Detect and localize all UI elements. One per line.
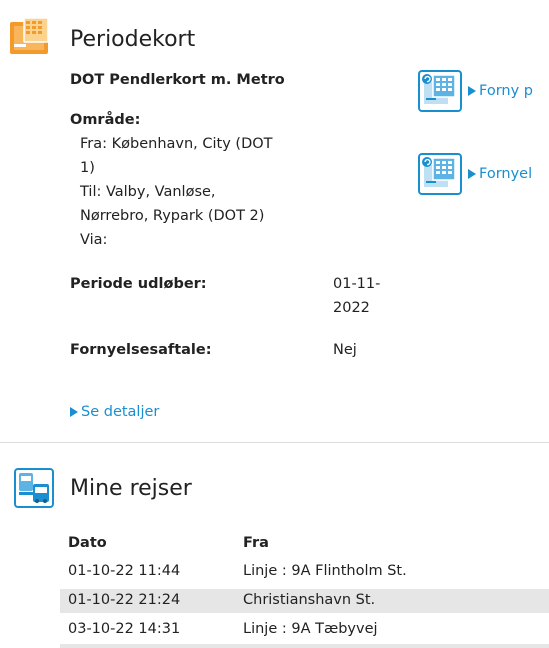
period-value-line-2: 2022	[333, 300, 370, 316]
page: Periodekort DOT Pendlerkort m. Metro Omr…	[0, 0, 549, 648]
column-header-from: Fra	[243, 535, 269, 551]
periodekort-title: Periodekort	[70, 27, 196, 52]
play-arrow-icon	[468, 169, 476, 179]
play-arrow-icon	[70, 407, 78, 417]
renew-action-2-link[interactable]: Fornyel	[468, 166, 532, 182]
row-date: 03-10-22 14:31	[68, 621, 181, 637]
from-line-2: 1)	[80, 160, 95, 176]
period-label: Periode udløber:	[70, 276, 207, 292]
play-arrow-icon	[468, 86, 476, 96]
table-row[interactable]: 03-10-22 14:31 Linje : 9A Tæbyvej	[60, 618, 549, 642]
renew-action-2-label: Fornyel	[479, 166, 533, 182]
train-bus-icon	[14, 468, 54, 512]
renew-action-2[interactable]: Fornyel	[418, 153, 532, 195]
renewal-label: Fornyelsesaftale:	[70, 342, 212, 358]
table-row[interactable]: 01-10-22 11:44 Linje : 9A Flintholm St.	[60, 560, 549, 584]
via-line: Via:	[80, 232, 108, 248]
details-link-label: Se detaljer	[81, 404, 160, 420]
row-date: 01-10-22 21:24	[68, 592, 181, 608]
column-header-date: Dato	[68, 535, 107, 551]
to-line-1: Til: Valby, Vanløse,	[80, 184, 216, 200]
section-divider	[0, 442, 549, 443]
row-from: Christianshavn St.	[243, 592, 376, 608]
renew-action-1[interactable]: Forny p	[418, 70, 533, 112]
renew-action-1-label: Forny p	[479, 83, 533, 99]
table-row[interactable]: 01-10-22 21:24 Christianshavn St.	[60, 589, 549, 613]
card-renew-icon	[418, 70, 462, 112]
row-date: 01-10-22 11:44	[68, 563, 181, 579]
table-row-partial[interactable]	[60, 644, 549, 648]
card-name: DOT Pendlerkort m. Metro	[70, 72, 285, 88]
from-line-1: Fra: København, City (DOT	[80, 136, 273, 152]
renew-action-1-link[interactable]: Forny p	[468, 83, 533, 99]
card-renew-icon	[418, 153, 462, 195]
renewal-value: Nej	[333, 342, 357, 358]
details-link[interactable]: Se detaljer	[70, 404, 159, 420]
to-line-2: Nørrebro, Rypark (DOT 2)	[80, 208, 265, 224]
row-from: Linje : 9A Tæbyvej	[243, 621, 378, 637]
rejser-title: Mine rejser	[70, 476, 192, 501]
card-icon	[6, 14, 54, 66]
period-value-line-1: 01-11-	[333, 276, 381, 292]
area-label: Område:	[70, 112, 141, 128]
row-from: Linje : 9A Flintholm St.	[243, 563, 407, 579]
